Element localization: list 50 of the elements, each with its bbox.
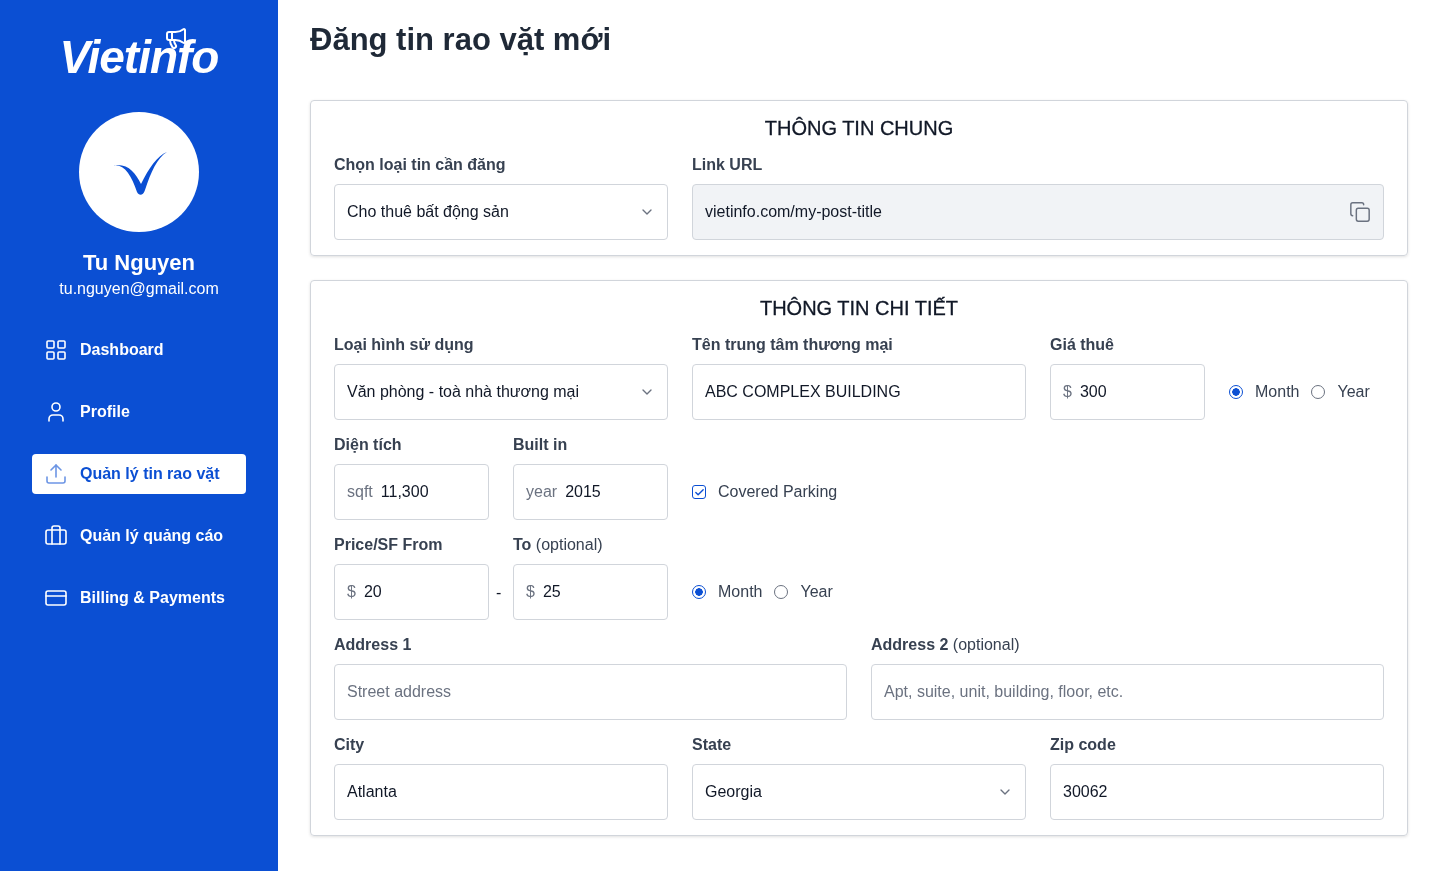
dropdown-field[interactable]: Georgia	[692, 764, 1026, 820]
user-email: tu.nguyen@gmail.com	[59, 280, 219, 298]
field-label: Price/SF From	[334, 536, 444, 554]
range-dash: -	[496, 584, 502, 602]
input-field[interactable]: Atlanta	[334, 764, 668, 820]
field-label: Built in	[513, 436, 569, 454]
field-label: To (optional)	[513, 536, 604, 554]
input-field[interactable]: $ 20	[334, 564, 489, 620]
field-label: Address 1	[334, 636, 413, 654]
field-label: Zip code	[1050, 736, 1117, 754]
dropdown-field[interactable]: Cho thuê bất động sản	[334, 184, 668, 240]
input-field[interactable]: ABC COMPLEX BUILDING	[692, 364, 1026, 420]
input-field[interactable]: year 2015	[513, 464, 668, 520]
nav-item[interactable]: Quản lý quảng cáo	[32, 516, 246, 556]
input-field[interactable]: $ 300	[1050, 364, 1205, 420]
input-field[interactable]: 30062	[1050, 764, 1384, 820]
url-field[interactable]: vietinfo.com/my-post-title	[692, 184, 1384, 240]
nav-item[interactable]: Quản lý tin rao vặt	[32, 454, 246, 494]
nav-item[interactable]: Profile	[32, 392, 246, 432]
grid-icon	[44, 338, 68, 362]
user-name: Tu Nguyen	[83, 250, 195, 276]
copy-icon[interactable]	[1349, 201, 1371, 223]
field-label: Chọn loại tin cần đăng	[334, 156, 507, 174]
upload-icon	[44, 462, 68, 486]
input-field[interactable]: Street address	[334, 664, 847, 720]
field-label: City	[334, 736, 366, 754]
nav-item[interactable]: Billing & Payments	[32, 578, 246, 618]
radio-option[interactable]: Month	[1229, 383, 1300, 401]
field-label: Loại hình sử dụng	[334, 336, 475, 354]
checkbox[interactable]: Covered Parking	[692, 483, 838, 501]
input-field[interactable]: $ 25	[513, 564, 668, 620]
field-label: Giá thuê	[1050, 336, 1115, 354]
section-title: THÔNG TIN CHUNG	[763, 117, 955, 140]
field-label: Address 2 (optional)	[871, 636, 1021, 654]
check-icon	[693, 486, 705, 498]
radio-option[interactable]: Year	[774, 583, 833, 601]
field-label: State	[692, 736, 733, 754]
briefcase-icon	[44, 524, 68, 548]
field-label: Tên trung tâm thương mại	[692, 336, 894, 354]
logo[interactable]: Vietinfo	[59, 30, 219, 84]
radio-option[interactable]: Month	[692, 583, 763, 601]
field-label: Link URL	[692, 156, 764, 174]
section-title: THÔNG TIN CHI TIẾT	[758, 297, 960, 320]
dropdown-field[interactable]: Văn phòng - toà nhà thương mại	[334, 364, 668, 420]
field-label: Diện tích	[334, 436, 403, 454]
input-field[interactable]: sqft 11,300	[334, 464, 489, 520]
input-field[interactable]: Apt, suite, unit, building, floor, etc.	[871, 664, 1384, 720]
nav-item[interactable]: Dashboard	[32, 330, 246, 370]
radio-option[interactable]: Year	[1311, 383, 1370, 401]
page-title: Đăng tin rao vặt mới	[310, 22, 613, 58]
